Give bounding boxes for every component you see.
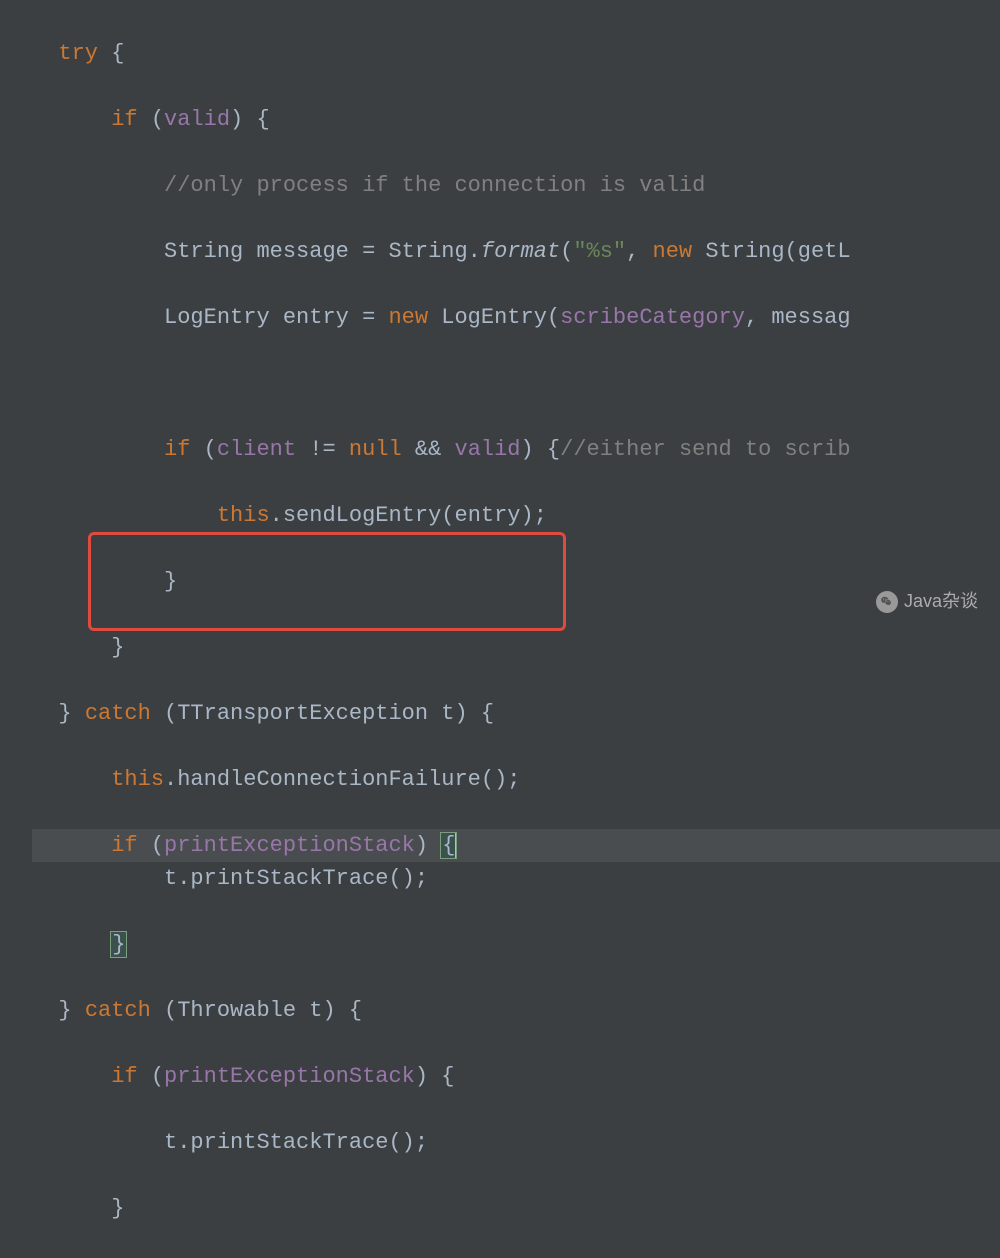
wechat-icon bbox=[876, 591, 898, 613]
code-line: } bbox=[32, 1192, 1000, 1225]
code-line: } bbox=[32, 928, 1000, 961]
code-line: //only process if the connection is vali… bbox=[32, 169, 1000, 202]
code-line: this.sendLogEntry(entry); bbox=[32, 499, 1000, 532]
code-line: } bbox=[32, 631, 1000, 664]
watermark-text: Java杂谈 bbox=[904, 588, 978, 615]
code-line: try { bbox=[32, 37, 1000, 70]
code-line: } bbox=[32, 565, 1000, 598]
code-line: } catch (TTransportException t) { bbox=[32, 697, 1000, 730]
code-line: t.printStackTrace(); bbox=[32, 862, 1000, 895]
code-line: if (printExceptionStack) { bbox=[32, 1060, 1000, 1093]
bracket-match: } bbox=[110, 931, 127, 958]
code-line: if (valid) { bbox=[32, 103, 1000, 136]
code-line bbox=[32, 367, 1000, 400]
code-line: t.printStackTrace(); bbox=[32, 1126, 1000, 1159]
code-line: } catch (Throwable t) { bbox=[32, 994, 1000, 1027]
code-line: if (client != null && valid) {//either s… bbox=[32, 433, 1000, 466]
code-line: this.handleConnectionFailure(); bbox=[32, 763, 1000, 796]
watermark: Java杂谈 bbox=[876, 588, 978, 615]
code-editor[interactable]: try { if (valid) { //only process if the… bbox=[0, 0, 1000, 1258]
code-line: String message = String.format("%s", new… bbox=[32, 235, 1000, 268]
code-line: LogEntry entry = new LogEntry(scribeCate… bbox=[32, 301, 1000, 334]
code-line-active: if (printExceptionStack) { bbox=[32, 829, 1000, 862]
